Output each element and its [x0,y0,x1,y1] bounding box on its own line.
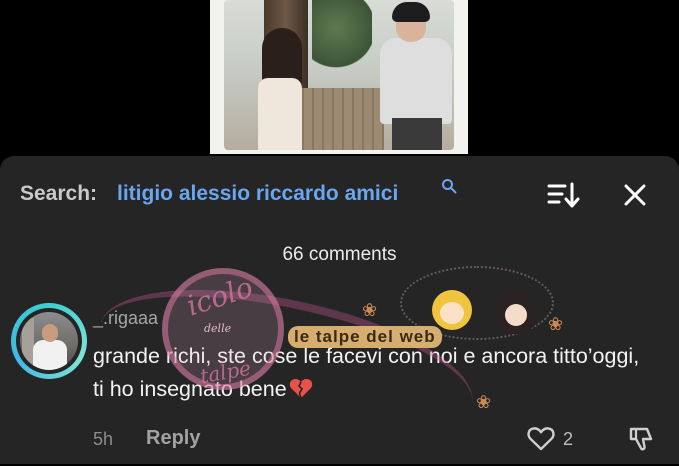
paw-print-icon: ❀ [362,300,378,320]
close-icon[interactable] [621,181,649,209]
video-thumbnail[interactable] [210,0,468,154]
scene-plant [312,0,372,70]
avatar-inner [16,308,82,374]
avatar-photo-head [42,324,58,342]
search-header: Search: litigio alessio riccardo amici [0,156,679,232]
scene-person-right-hair [392,2,430,22]
scene-person-right-legs [392,118,442,150]
reply-button[interactable]: Reply [146,427,200,450]
watermark-character-dark [496,290,536,334]
thumbs-down-icon[interactable] [626,424,656,454]
heart-outline-icon[interactable] [526,424,556,452]
paw-print-icon: ❀ [476,392,492,412]
watermark-tag: le talpe del web [288,326,442,348]
search-query-link[interactable]: litigio alessio riccardo amici [117,182,398,206]
scene-person-left [258,78,302,150]
watermark-character-blonde-face [440,302,464,324]
avatar-photo [20,312,78,370]
sort-icon[interactable] [546,180,580,210]
watermark-character-dark-face [505,304,527,326]
video-frame [224,0,454,150]
search-label: Search: [20,182,98,205]
comments-count: 66 comments [282,244,397,265]
avatar[interactable] [11,303,87,379]
like-count: 2 [563,429,574,449]
search-icon[interactable] [441,178,457,194]
paw-print-icon: ❀ [548,314,564,334]
avatar-photo-body [33,340,67,370]
scene-person-right [380,38,452,124]
comment-time: 5h [93,429,114,449]
watermark-text-mid: delle [204,322,232,335]
watermark-character-blonde [432,290,472,330]
